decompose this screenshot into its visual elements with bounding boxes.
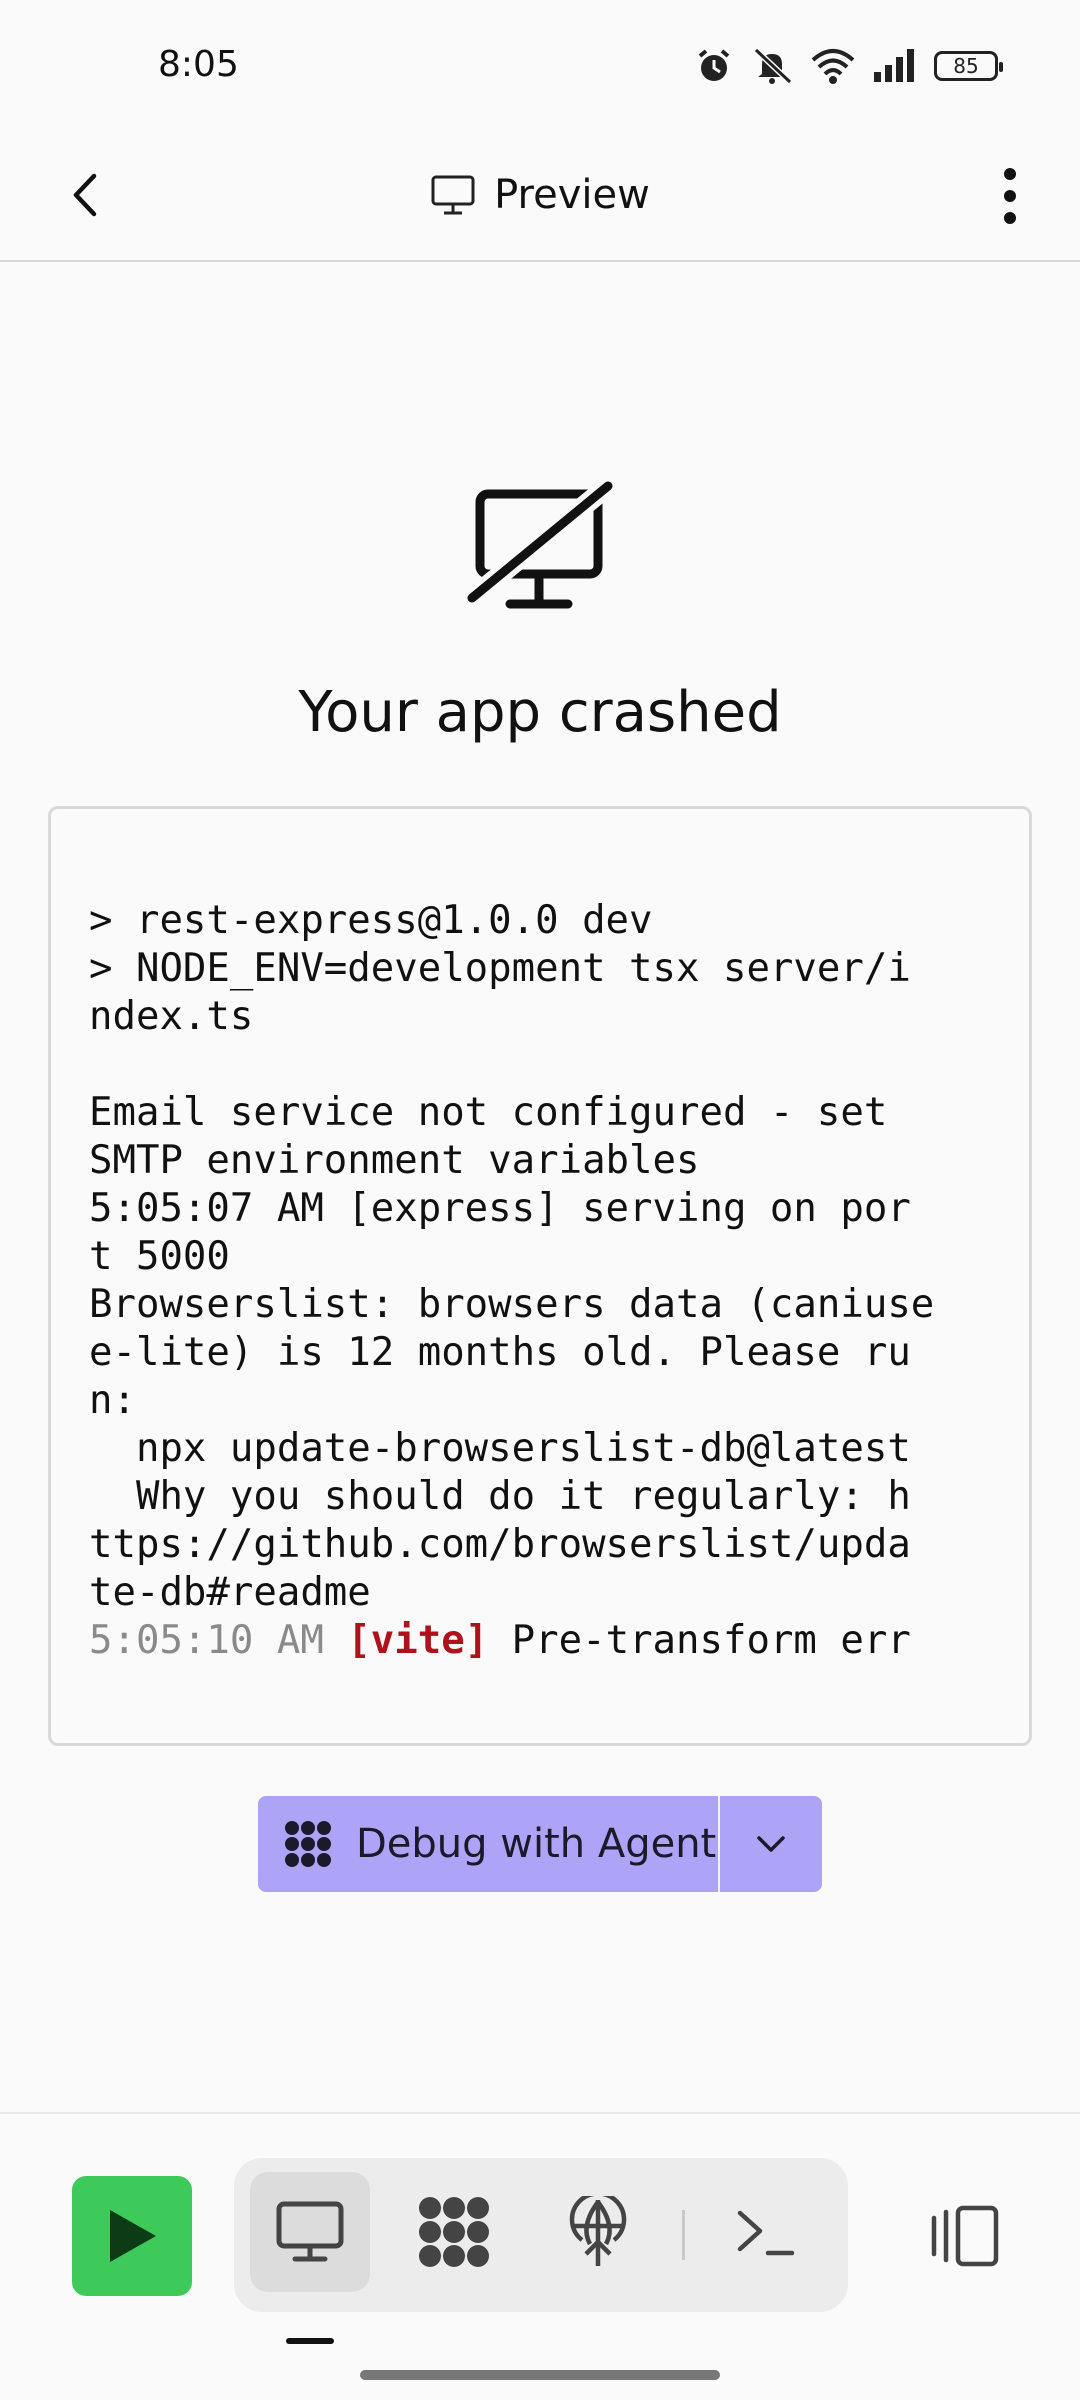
log-tag: [vite] <box>347 1618 489 1663</box>
log-line: Why you should do it regularly: h <box>89 1474 911 1519</box>
panel-toggle-button[interactable] <box>904 2176 1024 2296</box>
log-line: ndex.ts <box>89 994 254 1039</box>
crash-title: Your app crashed <box>298 680 782 745</box>
status-bar: 8:05 85 <box>0 0 1080 130</box>
error-log[interactable]: > rest-express@1.0.0 dev > NODE_ENV=devel… <box>48 806 1032 1746</box>
log-lines: > rest-express@1.0.0 dev > NODE_ENV=devel… <box>89 897 959 1617</box>
tab-terminal[interactable] <box>706 2172 826 2292</box>
agent-icon <box>419 2197 489 2267</box>
tab-deploy[interactable] <box>538 2172 658 2292</box>
agent-icon <box>285 1821 331 1867</box>
log-last-line: 5:05:10 AM [vite] Pre-transform err <box>89 1617 959 1665</box>
signal-icon <box>874 49 914 82</box>
log-line: Email service not configured - set <box>89 1090 888 1135</box>
play-icon <box>110 2210 156 2262</box>
page-title: Preview <box>494 172 650 218</box>
log-line: > NODE_ENV=development tsx server/i <box>89 946 911 991</box>
log-line: te-db#readme <box>89 1570 371 1615</box>
active-tab-indicator <box>286 2338 334 2344</box>
debug-options-dropdown[interactable] <box>718 1796 822 1892</box>
debug-label: Debug with Agent <box>356 1821 717 1867</box>
status-time: 8:05 <box>158 44 239 85</box>
mute-icon <box>753 47 793 85</box>
deploy-icon <box>569 2196 627 2266</box>
tab-preview[interactable] <box>250 2172 370 2292</box>
monitor-off-icon <box>466 480 614 609</box>
log-line: ttps://github.com/browserslist/upda <box>89 1522 911 1567</box>
tool-group <box>234 2158 848 2312</box>
monitor-icon <box>431 175 475 215</box>
log-line: Browserslist: browsers data (caniuse <box>89 1282 935 1327</box>
log-line: n: <box>89 1378 136 1423</box>
bottom-toolbar <box>0 2112 1080 2400</box>
log-line: npx update-browserslist-db@latest <box>89 1426 911 1471</box>
battery-icon: 85 <box>934 51 1003 81</box>
app-bar: Preview <box>0 130 1080 262</box>
log-line: SMTP environment variables <box>89 1138 700 1183</box>
status-icons: 85 <box>694 46 1003 86</box>
debug-button-group: Debug with Agent <box>258 1796 822 1892</box>
wifi-icon <box>811 49 855 84</box>
alarm-icon <box>698 49 730 81</box>
chevron-down-icon <box>757 1836 785 1852</box>
tab-agent[interactable] <box>394 2172 514 2292</box>
more-vertical-icon <box>1004 168 1016 224</box>
log-line: > rest-express@1.0.0 dev <box>89 898 653 943</box>
log-line: e-lite) is 12 months old. Please ru <box>89 1330 911 1375</box>
log-line: t 5000 <box>89 1234 230 1279</box>
battery-level: 85 <box>953 54 979 78</box>
run-button[interactable] <box>72 2176 192 2296</box>
page-title-wrap: Preview <box>0 160 1080 230</box>
log-message: Pre-transform err <box>511 1618 911 1663</box>
debug-with-agent-button[interactable]: Debug with Agent <box>258 1796 718 1892</box>
more-options-button[interactable] <box>980 158 1040 234</box>
log-line: 5:05:07 AM [express] serving on por <box>89 1186 911 1231</box>
tool-separator <box>682 2210 685 2260</box>
panel-icon <box>931 2205 999 2267</box>
home-indicator <box>360 2370 720 2380</box>
monitor-icon <box>276 2201 344 2262</box>
log-time: 5:05:10 AM <box>89 1618 324 1663</box>
terminal-icon <box>737 2210 795 2256</box>
